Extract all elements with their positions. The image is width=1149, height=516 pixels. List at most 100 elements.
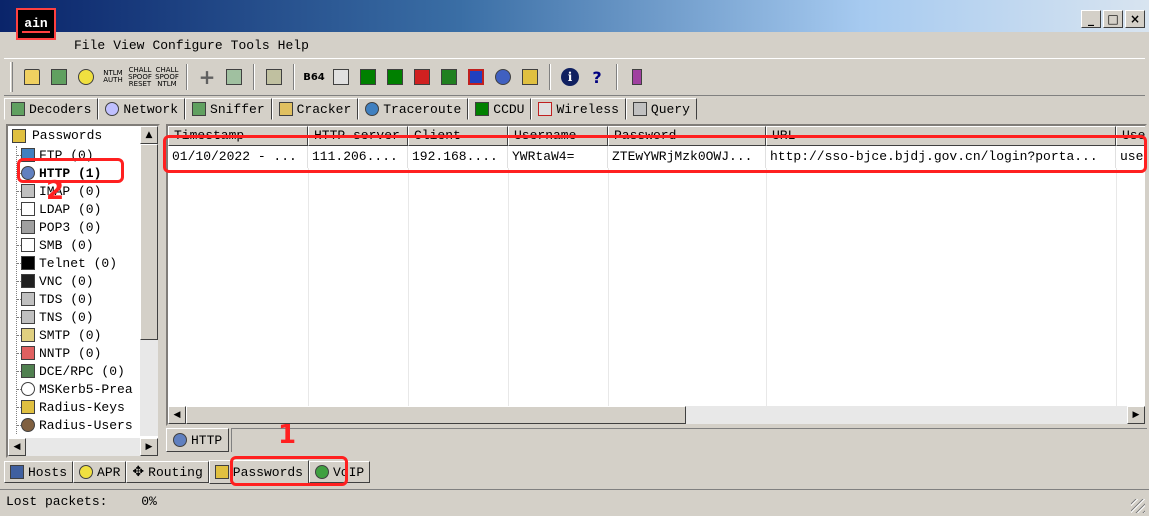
column-http-server[interactable]: HTTP server	[308, 126, 408, 146]
ftp-icon	[21, 148, 35, 162]
tab-traceroute[interactable]: Traceroute	[358, 98, 469, 120]
tab-cracker[interactable]: Cracker	[271, 98, 359, 120]
tree-item-http[interactable]: HTTP (1)	[17, 164, 133, 182]
tree-item-telnet[interactable]: Telnet (0)	[17, 254, 133, 272]
table-horizontal-scrollbar[interactable]: ◀ ▶	[168, 406, 1145, 424]
tree-item-smb[interactable]: SMB (0)	[17, 236, 133, 254]
box-revealer-button[interactable]	[383, 65, 407, 89]
tree-horizontal-scrollbar[interactable]: ◀ ▶	[8, 438, 158, 456]
network-monitor-button[interactable]	[464, 65, 488, 89]
table-scroll-left-button[interactable]: ◀	[168, 406, 186, 424]
ntlm-auth-button[interactable]: NTLM AUTH	[101, 65, 125, 89]
tree-root-passwords[interactable]: Passwords	[12, 128, 102, 143]
menu-view[interactable]: View	[109, 34, 148, 56]
base64-button[interactable]: B64	[302, 65, 326, 89]
arrow-up-icon: ▲	[145, 130, 153, 140]
wireless-button[interactable]	[491, 65, 515, 89]
tab-hosts[interactable]: Hosts	[4, 461, 74, 483]
network-icon	[105, 102, 120, 116]
tree-item-dcerpc[interactable]: DCE/RPC (0)	[17, 362, 133, 380]
radiation-icon	[79, 465, 94, 479]
tree-item-mskerb5[interactable]: MSKerb5-Prea	[17, 380, 133, 398]
tree-item-imap[interactable]: IMAP (0)	[17, 182, 133, 200]
subtab-http[interactable]: HTTP	[166, 428, 230, 452]
table-scroll-right-button[interactable]: ▶	[1127, 406, 1145, 424]
start-apr-button[interactable]	[74, 65, 98, 89]
arrow-left-icon: ◀	[173, 410, 181, 420]
column-username[interactable]: Username	[508, 126, 608, 146]
tree-item-ftp[interactable]: FTP (0)	[17, 146, 133, 164]
tab-network[interactable]: Network	[98, 98, 186, 120]
menu-help[interactable]: Help	[274, 34, 313, 56]
tree-item-vnc[interactable]: VNC (0)	[17, 272, 133, 290]
column-use[interactable]: Use	[1116, 126, 1145, 146]
ldap-icon	[21, 202, 35, 216]
chall-spoof-reset-button[interactable]: CHALL SPOOF RESET	[128, 65, 152, 89]
key-button[interactable]	[518, 65, 542, 89]
tree-vscroll-thumb[interactable]	[140, 144, 158, 340]
tab-decoders[interactable]: Decoders	[4, 98, 99, 120]
tab-query[interactable]: Query	[625, 98, 697, 120]
terminal-button[interactable]	[437, 65, 461, 89]
cell-timestamp: 01/10/2022 - ...	[168, 146, 308, 168]
start-sniffer-button[interactable]	[47, 65, 71, 89]
info-button[interactable]: i	[558, 65, 582, 89]
keys-icon	[12, 128, 26, 143]
close-button[interactable]: ×	[1125, 10, 1145, 28]
scroll-right-button[interactable]: ▶	[140, 438, 158, 456]
tree-item-smtp[interactable]: SMTP (0)	[17, 326, 133, 344]
resize-grip-icon[interactable]	[1131, 499, 1145, 513]
tree-item-pop3[interactable]: POP3 (0)	[17, 218, 133, 236]
tree-item-ldap[interactable]: LDAP (0)	[17, 200, 133, 218]
exit-button[interactable]	[625, 65, 649, 89]
cell-username: YWRtaW4=	[508, 146, 608, 168]
certificate-button[interactable]	[262, 65, 286, 89]
tab-apr[interactable]: APR	[73, 461, 127, 483]
column-timestamp[interactable]: Timestamp	[168, 126, 308, 146]
column-client[interactable]: Client	[408, 126, 508, 146]
tab-voip[interactable]: VoIP	[308, 461, 371, 483]
cain-logo-icon: ain	[16, 8, 56, 40]
tree-item-tds[interactable]: TDS (0)	[17, 290, 133, 308]
tab-sniffer[interactable]: Sniffer	[185, 98, 272, 120]
menu-configure[interactable]: Configure	[148, 34, 226, 56]
tree-item-radius-keys[interactable]: Radius-Keys	[17, 398, 133, 416]
tree-item-tns[interactable]: TNS (0)	[17, 308, 133, 326]
column-password[interactable]: Password	[608, 126, 766, 146]
tree-hscroll-track[interactable]	[26, 438, 140, 456]
tree-vertical-scrollbar[interactable]: ▲	[140, 126, 158, 436]
menu-file[interactable]: File	[70, 34, 109, 56]
column-url[interactable]: URL	[766, 126, 1116, 146]
tab-passwords[interactable]: Passwords	[208, 460, 309, 484]
tab-wireless[interactable]: Wireless	[531, 98, 626, 120]
remove-button[interactable]	[222, 65, 246, 89]
tab-ccdu[interactable]: CCDU	[468, 98, 532, 120]
minimize-button[interactable]: _	[1081, 10, 1101, 28]
user-icon	[21, 418, 35, 432]
toolbar-separator	[293, 64, 295, 90]
access-db-button[interactable]	[356, 65, 380, 89]
chall-spoof-ntlm-button[interactable]: CHALL SPOOF NTLM	[155, 65, 179, 89]
http-passwords-table[interactable]: Timestamp HTTP server Client Username Pa…	[166, 124, 1147, 426]
open-folder-button[interactable]	[20, 65, 44, 89]
sniffer-icon	[192, 102, 207, 116]
scroll-up-button[interactable]: ▲	[140, 126, 158, 144]
add-button[interactable]: +	[195, 65, 219, 89]
tree-item-nntp[interactable]: NNTP (0)	[17, 344, 133, 362]
passwords-tree[interactable]: Passwords FTP (0) HTTP (1) IMAP (0) LDAP…	[6, 124, 160, 458]
rdp-button[interactable]	[410, 65, 434, 89]
toolbar-separator	[253, 64, 255, 90]
title-bar	[0, 0, 1149, 32]
hash-calculator-button[interactable]	[329, 65, 353, 89]
tree-item-radius-users[interactable]: Radius-Users	[17, 416, 133, 434]
scroll-left-button[interactable]: ◀	[8, 438, 26, 456]
window-controls: _ □ ×	[1081, 10, 1145, 28]
table-row[interactable]: 01/10/2022 - ... 111.206.... 192.168....…	[168, 146, 1145, 168]
help-button[interactable]: ?	[585, 65, 609, 89]
menu-tools[interactable]: Tools	[227, 34, 274, 56]
tab-routing[interactable]: ✥ Routing	[126, 461, 209, 483]
toolbar: NTLM AUTH CHALL SPOOF RESET CHALL SPOOF …	[4, 58, 1145, 96]
recycle-icon	[226, 69, 242, 85]
maximize-button[interactable]: □	[1103, 10, 1123, 28]
table-hscroll-thumb[interactable]	[186, 406, 686, 424]
